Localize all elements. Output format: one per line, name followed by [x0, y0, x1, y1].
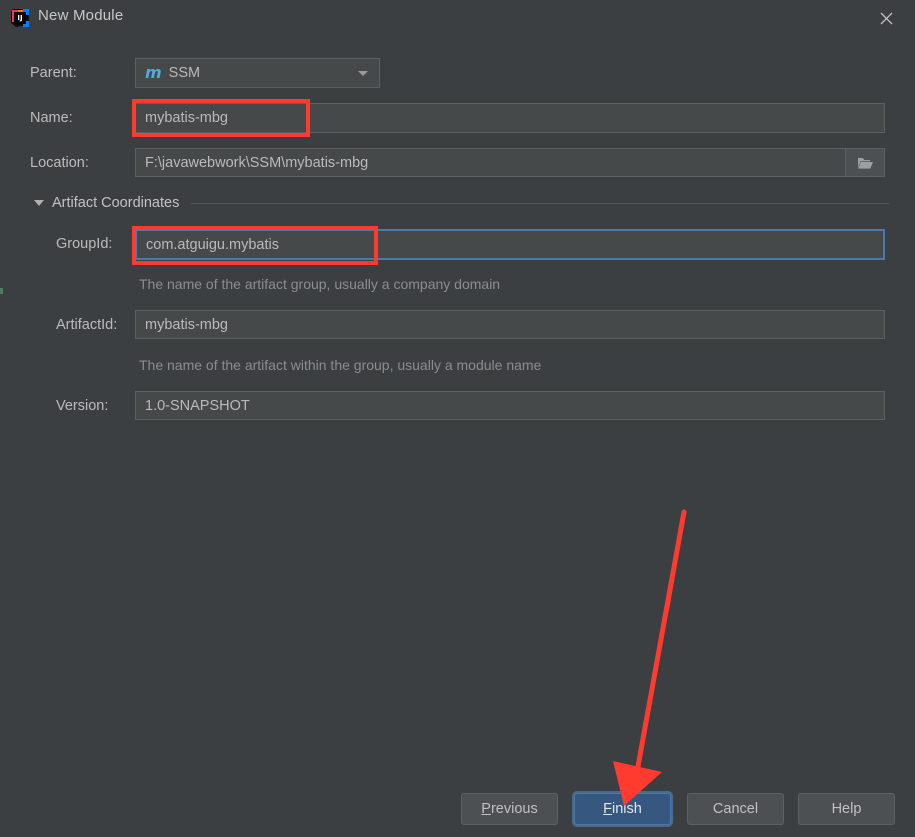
groupid-label: GroupId:: [56, 236, 113, 252]
window-title: New Module: [38, 7, 124, 24]
finish-button-label: Finish: [603, 801, 642, 817]
parent-value: SSM: [168, 65, 201, 81]
groupid-input[interactable]: com.atguigu.mybatis: [135, 229, 885, 260]
intellij-idea-icon: IJ: [10, 8, 30, 28]
parent-combobox[interactable]: m SSM: [135, 58, 380, 88]
previous-button[interactable]: Previous: [461, 793, 558, 825]
maven-m-icon: m: [145, 63, 162, 82]
location-browse-button[interactable]: [845, 148, 885, 177]
previous-button-label: Previous: [481, 801, 538, 817]
title-bar: IJ New Module: [0, 0, 915, 36]
window-edge-marker: [0, 288, 3, 294]
help-button[interactable]: Help: [798, 793, 895, 825]
close-icon: [880, 12, 892, 24]
close-button[interactable]: [867, 4, 905, 32]
name-label: Name:: [30, 110, 73, 126]
groupid-hint: The name of the artifact group, usually …: [139, 276, 501, 292]
chevron-down-icon: [358, 71, 368, 76]
section-divider: [191, 202, 889, 204]
location-label: Location:: [30, 155, 89, 171]
parent-label: Parent:: [30, 65, 77, 81]
artifact-coordinates-title: Artifact Coordinates: [52, 195, 180, 211]
artifact-coordinates-section-header[interactable]: Artifact Coordinates: [34, 193, 889, 213]
svg-text:IJ: IJ: [17, 14, 22, 22]
location-input[interactable]: F:\javawebwork\SSM\mybatis-mbg: [135, 148, 885, 177]
artifactid-hint: The name of the artifact within the grou…: [139, 357, 542, 373]
version-input[interactable]: 1.0-SNAPSHOT: [135, 391, 885, 420]
cancel-button[interactable]: Cancel: [687, 793, 784, 825]
artifactid-input[interactable]: mybatis-mbg: [135, 310, 885, 339]
finish-button[interactable]: Finish: [574, 793, 671, 825]
name-input[interactable]: mybatis-mbg: [135, 103, 885, 133]
version-label: Version:: [56, 398, 109, 414]
artifactid-label: ArtifactId:: [56, 317, 118, 333]
triangle-down-icon: [34, 200, 44, 206]
folder-icon: [857, 157, 873, 169]
